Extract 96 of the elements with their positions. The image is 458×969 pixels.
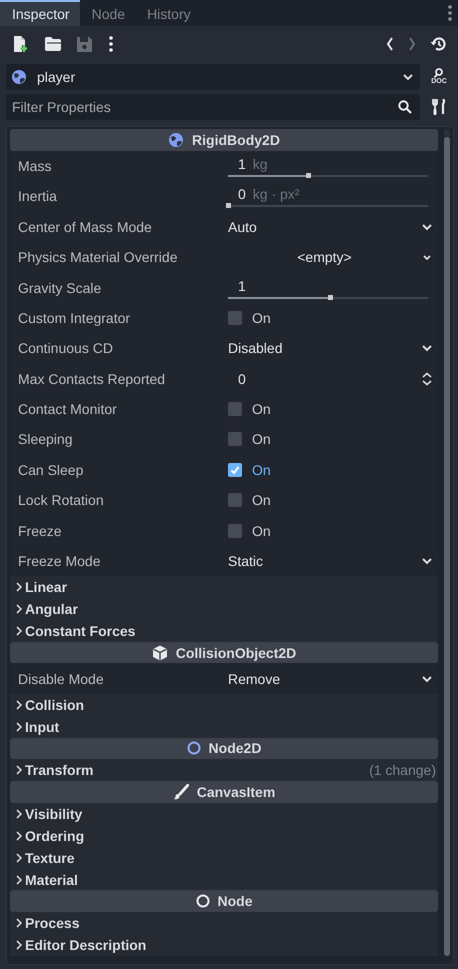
magnifier-icon <box>433 68 445 78</box>
property-label: Contact Monitor <box>17 401 118 418</box>
group-label: Process <box>25 915 80 932</box>
dropdown[interactable]: Remove <box>228 666 436 692</box>
spin-field[interactable]: 0 <box>228 366 436 392</box>
property-group[interactable]: Material <box>10 868 438 890</box>
property-label: Physics Material Override <box>17 249 178 266</box>
group-label: Linear <box>25 579 68 596</box>
spin-arrows-icon <box>421 372 433 386</box>
property-label: Continuous CD <box>17 340 114 356</box>
section-header[interactable]: RigidBody2D <box>10 129 438 151</box>
group-label: Visibility <box>25 806 84 822</box>
property-group[interactable]: Ordering <box>10 824 438 847</box>
property-label: Disable Mode <box>17 670 105 687</box>
group-label: Input <box>25 718 60 735</box>
dropdown[interactable]: Static <box>228 548 436 574</box>
dropdown[interactable]: Auto <box>228 214 436 240</box>
filter-field[interactable]: Filter Properties <box>6 94 420 120</box>
chevron-icon <box>421 674 433 684</box>
tab[interactable]: History <box>135 0 201 26</box>
property-group[interactable]: Linear <box>10 576 438 598</box>
value-text: 1 <box>238 156 246 172</box>
property-label: Inertia <box>17 188 58 204</box>
checkbox[interactable]: On <box>228 306 271 329</box>
property-group[interactable]: Input <box>10 716 438 738</box>
slider-handle[interactable] <box>306 173 311 178</box>
slider-field[interactable]: 1 kg <box>228 153 428 180</box>
resource-picker[interactable]: <empty> <box>228 244 436 270</box>
checkbox[interactable]: On <box>228 520 271 542</box>
section-header[interactable]: CollisionObject2D <box>10 642 438 664</box>
property-group[interactable]: Editor Description <box>10 934 438 956</box>
property-group[interactable]: Transform (1 change) <box>10 759 438 782</box>
checkbox[interactable]: On <box>228 489 271 512</box>
property-label: Mass <box>17 158 52 174</box>
check-icon <box>230 466 240 474</box>
property-group[interactable]: Constant Forces <box>10 620 438 642</box>
section-title: Node2D <box>208 740 262 756</box>
slider-field[interactable]: 0 kg · px² <box>228 183 428 210</box>
chevron-icon <box>402 72 414 82</box>
group-label: Material <box>25 872 79 888</box>
group-label: Constant Forces <box>25 622 136 639</box>
chevron-icon <box>421 556 433 566</box>
property-label: Max Contacts Reported <box>17 370 166 387</box>
property-label: Center of Mass Mode <box>17 218 153 235</box>
checkbox[interactable]: On <box>228 398 271 420</box>
ring-icon <box>186 741 201 756</box>
object-picker[interactable]: player <box>6 64 420 90</box>
slider-handle[interactable] <box>226 203 231 208</box>
section-title: CanvasItem <box>196 784 276 800</box>
property-label: Gravity Scale <box>17 280 102 296</box>
property-group[interactable]: Collision <box>10 694 438 716</box>
ring-icon <box>196 894 210 908</box>
group-label: Collision <box>25 696 86 713</box>
checkbox[interactable]: On <box>228 458 271 481</box>
unit-text: kg <box>252 156 268 172</box>
section-title: RigidBody2D <box>192 132 280 148</box>
section-header[interactable]: Node <box>10 890 438 912</box>
group-label: Editor Description <box>25 937 148 954</box>
property-label: Freeze <box>17 522 63 539</box>
property-label: Custom Integrator <box>17 310 132 326</box>
group-label: Texture <box>25 850 76 866</box>
search-icon <box>398 100 412 114</box>
property-group[interactable]: Angular <box>10 598 438 620</box>
tab[interactable]: Inspector <box>0 0 80 26</box>
object-name: player <box>37 69 76 85</box>
globe-icon <box>168 132 184 148</box>
property-group[interactable]: Process <box>10 912 438 934</box>
chevron-icon <box>421 222 433 232</box>
slider-field[interactable]: 1 <box>228 274 428 301</box>
group-label: Ordering <box>25 828 86 844</box>
back-icon[interactable] <box>386 37 394 51</box>
property-group[interactable]: Visibility <box>10 803 438 825</box>
section-header[interactable]: Node2D <box>10 738 438 760</box>
section-title: CollisionObject2D <box>176 644 296 661</box>
group-label: Transform <box>25 762 94 778</box>
unit-text: kg · px² <box>252 186 300 202</box>
section-header[interactable]: CanvasItem <box>10 781 438 804</box>
chevron-icon <box>421 343 433 354</box>
brush-icon <box>172 784 189 800</box>
property-label: Can Sleep <box>17 462 84 478</box>
checkbox[interactable]: On <box>228 428 271 450</box>
group-label: Angular <box>25 600 79 617</box>
dropdown[interactable]: Disabled <box>228 335 436 362</box>
property-label: Lock Rotation <box>17 492 105 508</box>
section-title: Node <box>218 893 252 910</box>
property-label: Freeze Mode <box>17 552 102 569</box>
cube-icon <box>152 644 168 661</box>
property-group[interactable]: Texture <box>10 846 438 869</box>
value-text: 1 <box>238 278 246 294</box>
globe-icon <box>11 69 27 85</box>
value-text: 0 <box>238 186 246 202</box>
slider-handle[interactable] <box>328 294 333 300</box>
property-label: Sleeping <box>17 431 74 448</box>
history-icon[interactable] <box>430 36 446 52</box>
tab[interactable]: Node <box>80 0 136 26</box>
change-note: (1 change) <box>369 762 436 778</box>
